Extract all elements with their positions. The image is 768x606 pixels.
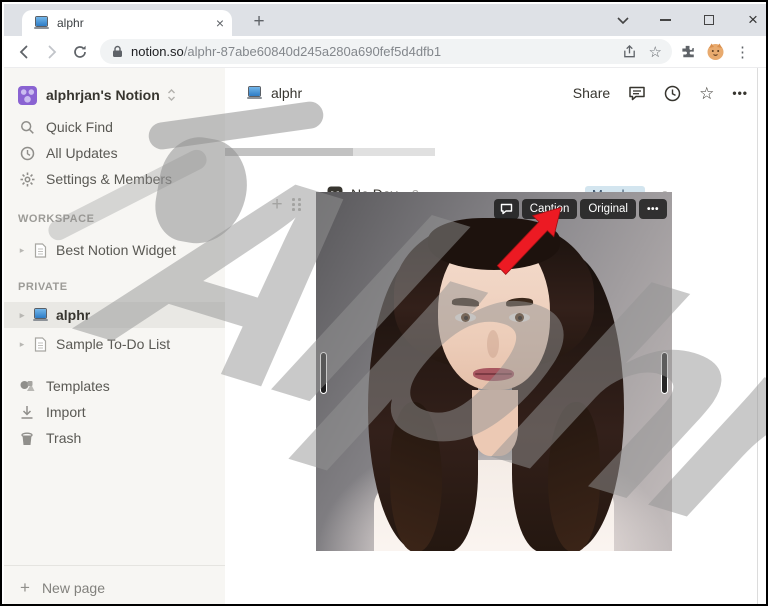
add-block-plus-icon[interactable]: + xyxy=(266,194,288,216)
sidebar-divider xyxy=(4,565,225,566)
window-maximize-button[interactable] xyxy=(692,4,726,36)
browser-tab[interactable]: alphr × xyxy=(22,10,232,36)
workspace-name: alphrjan's Notion xyxy=(46,87,160,103)
lock-icon xyxy=(113,45,122,57)
expand-toggle-icon[interactable]: ▸ xyxy=(14,245,30,256)
section-label-workspace: WORKSPACE xyxy=(18,213,95,225)
window-edge xyxy=(757,68,758,604)
page-label: alphr xyxy=(56,307,91,323)
photo-lip-line xyxy=(475,373,512,375)
page-icon xyxy=(30,336,50,352)
sidebar-page-alphr[interactable]: ▸ alphr xyxy=(4,302,225,328)
photo-hair-curl xyxy=(548,402,600,551)
sidebar-page-sample-todo[interactable]: ▸ Sample To-Do List xyxy=(4,332,225,356)
share-page-icon[interactable] xyxy=(622,44,637,59)
gear-icon xyxy=(14,172,40,187)
profile-avatar-cat[interactable] xyxy=(706,42,725,61)
sidebar-item-label: Settings & Members xyxy=(46,171,173,187)
sidebar-item-trash[interactable]: Trash xyxy=(4,426,225,450)
sidebar-item-quick-find[interactable]: Quick Find xyxy=(4,115,225,139)
section-label-private: PRIVATE xyxy=(18,281,68,293)
drag-handle-icon[interactable] xyxy=(290,196,304,214)
tab-title: alphr xyxy=(57,16,84,30)
photo-eye xyxy=(509,313,530,322)
browser-menu-icon[interactable]: ⋮ xyxy=(735,43,750,61)
browser-window: alphr × + × notion.so/alphr-87abe60840d2… xyxy=(0,0,768,606)
caption-button[interactable]: Caption xyxy=(521,199,578,219)
browser-toolbar: notion.so/alphr-87abe60840d245a280a690fe… xyxy=(4,36,766,68)
sidebar-item-label: Quick Find xyxy=(46,119,113,135)
back-button[interactable] xyxy=(10,38,38,66)
notion-app: alphrjan's Notion Quick Find All Updates… xyxy=(4,68,766,604)
updates-clock-icon[interactable] xyxy=(664,85,681,102)
toolbar-extras: ⋮ xyxy=(680,42,750,61)
sidebar-item-templates[interactable]: Templates xyxy=(4,374,225,398)
photo-hairline xyxy=(428,218,560,270)
sidebar-item-label: All Updates xyxy=(46,145,118,161)
sidebar-item-import[interactable]: Import xyxy=(4,400,225,424)
trash-icon xyxy=(14,431,40,446)
tab-favicon-laptop-icon xyxy=(34,17,49,29)
workspace-avatar xyxy=(18,85,37,105)
expand-toggle-icon[interactable]: ▸ xyxy=(14,339,30,350)
sidebar: alphrjan's Notion Quick Find All Updates… xyxy=(4,68,225,604)
clock-icon xyxy=(14,146,40,161)
plus-icon: + xyxy=(20,578,30,597)
laptop-icon xyxy=(30,309,50,321)
page-topbar: alphr Share ☆ ••• xyxy=(225,78,766,108)
new-page-label: New page xyxy=(41,580,105,596)
laptop-icon xyxy=(247,87,262,99)
share-button[interactable]: Share xyxy=(573,85,610,101)
url-path: /alphr-87abe60840d245a280a690fef5d4dfb1 xyxy=(183,44,442,59)
page-label: Sample To-Do List xyxy=(56,336,171,352)
page-image-portrait[interactable]: Caption Original ••• xyxy=(316,192,672,551)
image-resize-handle-left[interactable] xyxy=(320,352,327,394)
tab-strip: alphr × + × xyxy=(4,4,766,36)
photo-neck xyxy=(472,390,518,456)
sidebar-page-best-notion-widget[interactable]: ▸ Best Notion Widget xyxy=(4,238,225,262)
sidebar-item-all-updates[interactable]: All Updates xyxy=(4,141,225,165)
photo-eye xyxy=(455,313,476,322)
forward-button[interactable] xyxy=(38,38,66,66)
comments-icon[interactable] xyxy=(628,85,646,102)
new-page-button[interactable]: + New page xyxy=(4,570,225,604)
templates-icon xyxy=(14,379,40,394)
reload-button[interactable] xyxy=(66,38,94,66)
original-button[interactable]: Original xyxy=(580,199,636,219)
breadcrumb-title: alphr xyxy=(271,85,303,101)
breadcrumb[interactable]: alphr xyxy=(247,85,302,101)
sidebar-item-label: Trash xyxy=(46,430,82,446)
workspace-switcher-chevron-icon xyxy=(167,89,175,101)
favorite-star-icon[interactable]: ☆ xyxy=(699,85,714,102)
sidebar-item-settings-members[interactable]: Settings & Members xyxy=(4,167,225,191)
topbar-actions: Share ☆ ••• xyxy=(573,85,748,102)
image-comment-icon[interactable] xyxy=(493,199,519,219)
url-text: notion.so/alphr-87abe60840d245a280a690fe… xyxy=(131,44,622,59)
search-icon xyxy=(14,120,40,135)
workspace-switcher[interactable]: alphrjan's Notion xyxy=(4,82,225,108)
import-download-icon xyxy=(14,405,40,420)
sidebar-item-label: Import xyxy=(46,404,86,420)
extensions-puzzle-icon[interactable] xyxy=(680,44,696,60)
image-hover-controls: Caption Original ••• xyxy=(493,199,667,219)
expand-toggle-icon[interactable]: ▸ xyxy=(14,310,30,321)
window-minimize-button[interactable] xyxy=(648,4,682,36)
window-close-button[interactable]: × xyxy=(736,4,766,36)
tab-search-chevron-icon[interactable] xyxy=(606,4,640,36)
url-bar[interactable]: notion.so/alphr-87abe60840d245a280a690fe… xyxy=(100,39,672,64)
url-domain: notion.so xyxy=(131,44,184,59)
photo-nose xyxy=(487,330,499,358)
image-resize-handle-right[interactable] xyxy=(661,352,668,394)
new-tab-button[interactable]: + xyxy=(246,10,272,34)
page-icon xyxy=(30,242,50,258)
image-more-button[interactable]: ••• xyxy=(638,199,667,219)
page-label: Best Notion Widget xyxy=(56,242,176,258)
bookmark-star-icon[interactable]: ☆ xyxy=(649,43,662,61)
sidebar-item-label: Templates xyxy=(46,378,110,394)
page-more-icon[interactable]: ••• xyxy=(732,86,748,100)
tab-close-icon[interactable]: × xyxy=(216,15,224,31)
